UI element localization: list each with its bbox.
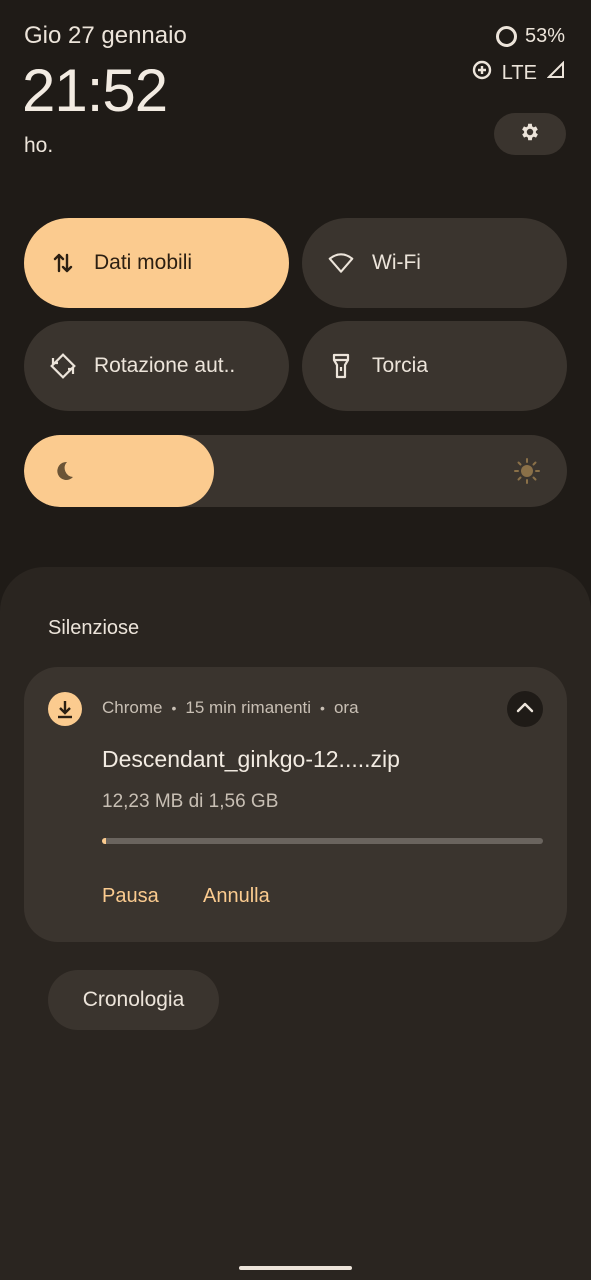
- wifi-icon: [328, 250, 354, 276]
- gesture-nav-bar[interactable]: [239, 1266, 352, 1270]
- tile-wifi[interactable]: Wi-Fi: [302, 218, 567, 308]
- brightness-slider[interactable]: [24, 435, 567, 507]
- progress-fill: [102, 838, 106, 844]
- time-remaining: 15 min rimanenti: [185, 698, 312, 717]
- date-label: Gio 27 gennaio: [24, 22, 187, 49]
- notification-time: ora: [333, 698, 359, 717]
- tile-auto-rotate[interactable]: Rotazione aut..: [24, 321, 289, 411]
- download-progress: [102, 838, 543, 844]
- notification-header: Chrome • 15 min rimanenti • ora: [102, 698, 359, 718]
- battery-icon: [495, 26, 517, 47]
- battery-indicator: 53%: [495, 25, 565, 48]
- app-name: Chrome: [102, 698, 163, 717]
- pause-button[interactable]: Pausa: [102, 885, 159, 908]
- tile-label: Rotazione aut..: [94, 354, 236, 377]
- signal-icon: [546, 60, 565, 85]
- settings-button[interactable]: [494, 113, 566, 155]
- swap-vert-icon: [50, 250, 76, 276]
- sun-icon: [513, 457, 541, 490]
- separator-dot: •: [320, 700, 325, 716]
- rotate-icon: [50, 353, 76, 379]
- data-saver-icon: [472, 60, 492, 86]
- notification-subtitle: 12,23 MB di 1,56 GB: [102, 791, 279, 812]
- clock: 21:52: [22, 57, 168, 124]
- tile-flashlight[interactable]: Torcia: [302, 321, 567, 411]
- flashlight-icon: [328, 353, 354, 379]
- chevron-up-icon: [516, 700, 534, 718]
- moon-icon: [52, 459, 76, 488]
- tile-label: Wi-Fi: [372, 251, 421, 274]
- download-notification[interactable]: Chrome • 15 min rimanenti • ora Descenda…: [24, 667, 567, 942]
- network-type: LTE: [501, 61, 537, 84]
- tile-mobile-data[interactable]: Dati mobili: [24, 218, 289, 308]
- network-indicator: LTE: [472, 60, 565, 86]
- notification-title: Descendant_ginkgo-12.....zip: [102, 746, 400, 772]
- battery-percent: 53%: [524, 25, 565, 47]
- cancel-button[interactable]: Annulla: [203, 885, 270, 908]
- history-button[interactable]: Cronologia: [48, 970, 219, 1030]
- carrier-label: ho.: [24, 134, 54, 157]
- tile-label: Dati mobili: [94, 251, 193, 274]
- section-title: Silenziose: [48, 617, 140, 639]
- separator-dot: •: [171, 700, 177, 716]
- gear-icon: [519, 121, 541, 148]
- collapse-button[interactable]: [507, 691, 543, 727]
- tile-label: Torcia: [372, 354, 429, 377]
- download-icon: [48, 692, 82, 726]
